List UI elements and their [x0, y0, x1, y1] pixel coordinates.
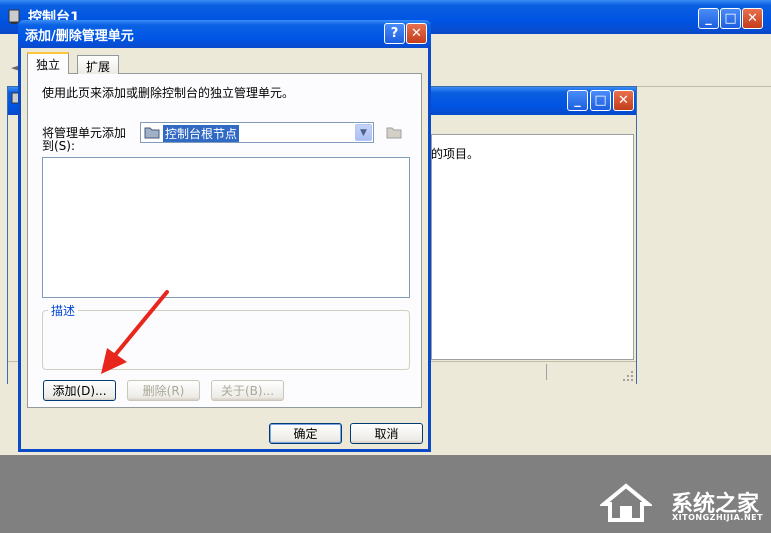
console-minimize-button[interactable]: _ — [698, 8, 719, 29]
watermark-url: XITONGZHIJIA.NET — [672, 513, 764, 522]
add-button-label: 添加(D)... — [52, 384, 107, 398]
cancel-button-label: 取消 — [374, 427, 399, 441]
add-to-value: 控制台根节点 — [163, 125, 240, 142]
remove-button[interactable]: 删除(R) — [127, 380, 200, 401]
ok-button-label: 确定 — [293, 427, 318, 441]
child-close-button[interactable]: ✕ — [613, 90, 634, 111]
help-button[interactable]: ? — [384, 23, 405, 44]
tab-standalone-label: 独立 — [36, 58, 61, 72]
console-result-pane[interactable] — [431, 134, 634, 360]
console-close-button[interactable]: ✕ — [742, 8, 763, 29]
add-button[interactable]: 添加(D)... — [43, 380, 116, 401]
folder-icon — [144, 126, 160, 139]
statusbar-divider — [546, 364, 547, 380]
about-button-label: 关于(B)... — [220, 384, 275, 398]
description-group-label: 描述 — [48, 302, 79, 319]
tab-extensions-label: 扩展 — [86, 60, 111, 74]
remove-button-label: 删除(R) — [142, 384, 185, 398]
child-minimize-button[interactable]: _ — [567, 90, 588, 111]
about-button[interactable]: 关于(B)... — [211, 380, 284, 401]
tab-standalone[interactable]: 独立 — [27, 52, 70, 74]
add-to-label-line2: 到(S): — [42, 139, 76, 153]
dialog-close-button[interactable]: ✕ — [406, 23, 427, 44]
ok-button[interactable]: 确定 — [269, 423, 342, 444]
console-pane-text: 的项目。 — [431, 147, 480, 161]
up-folder-icon[interactable] — [386, 125, 402, 139]
watermark-logo — [598, 482, 654, 522]
panel-description: 使用此页来添加或删除控制台的独立管理单元。 — [42, 86, 295, 100]
child-maximize-button[interactable]: □ — [590, 90, 611, 111]
size-grip-icon[interactable] — [622, 370, 634, 382]
console-maximize-button[interactable]: □ — [720, 8, 741, 29]
annotation-arrow — [101, 290, 169, 374]
chevron-down-icon[interactable]: ▼ — [355, 124, 372, 141]
cancel-button[interactable]: 取消 — [350, 423, 423, 444]
tab-extensions[interactable]: 扩展 — [77, 55, 120, 74]
snapin-listbox[interactable] — [42, 157, 410, 298]
dialog-title: 添加/删除管理单元 — [25, 29, 134, 44]
